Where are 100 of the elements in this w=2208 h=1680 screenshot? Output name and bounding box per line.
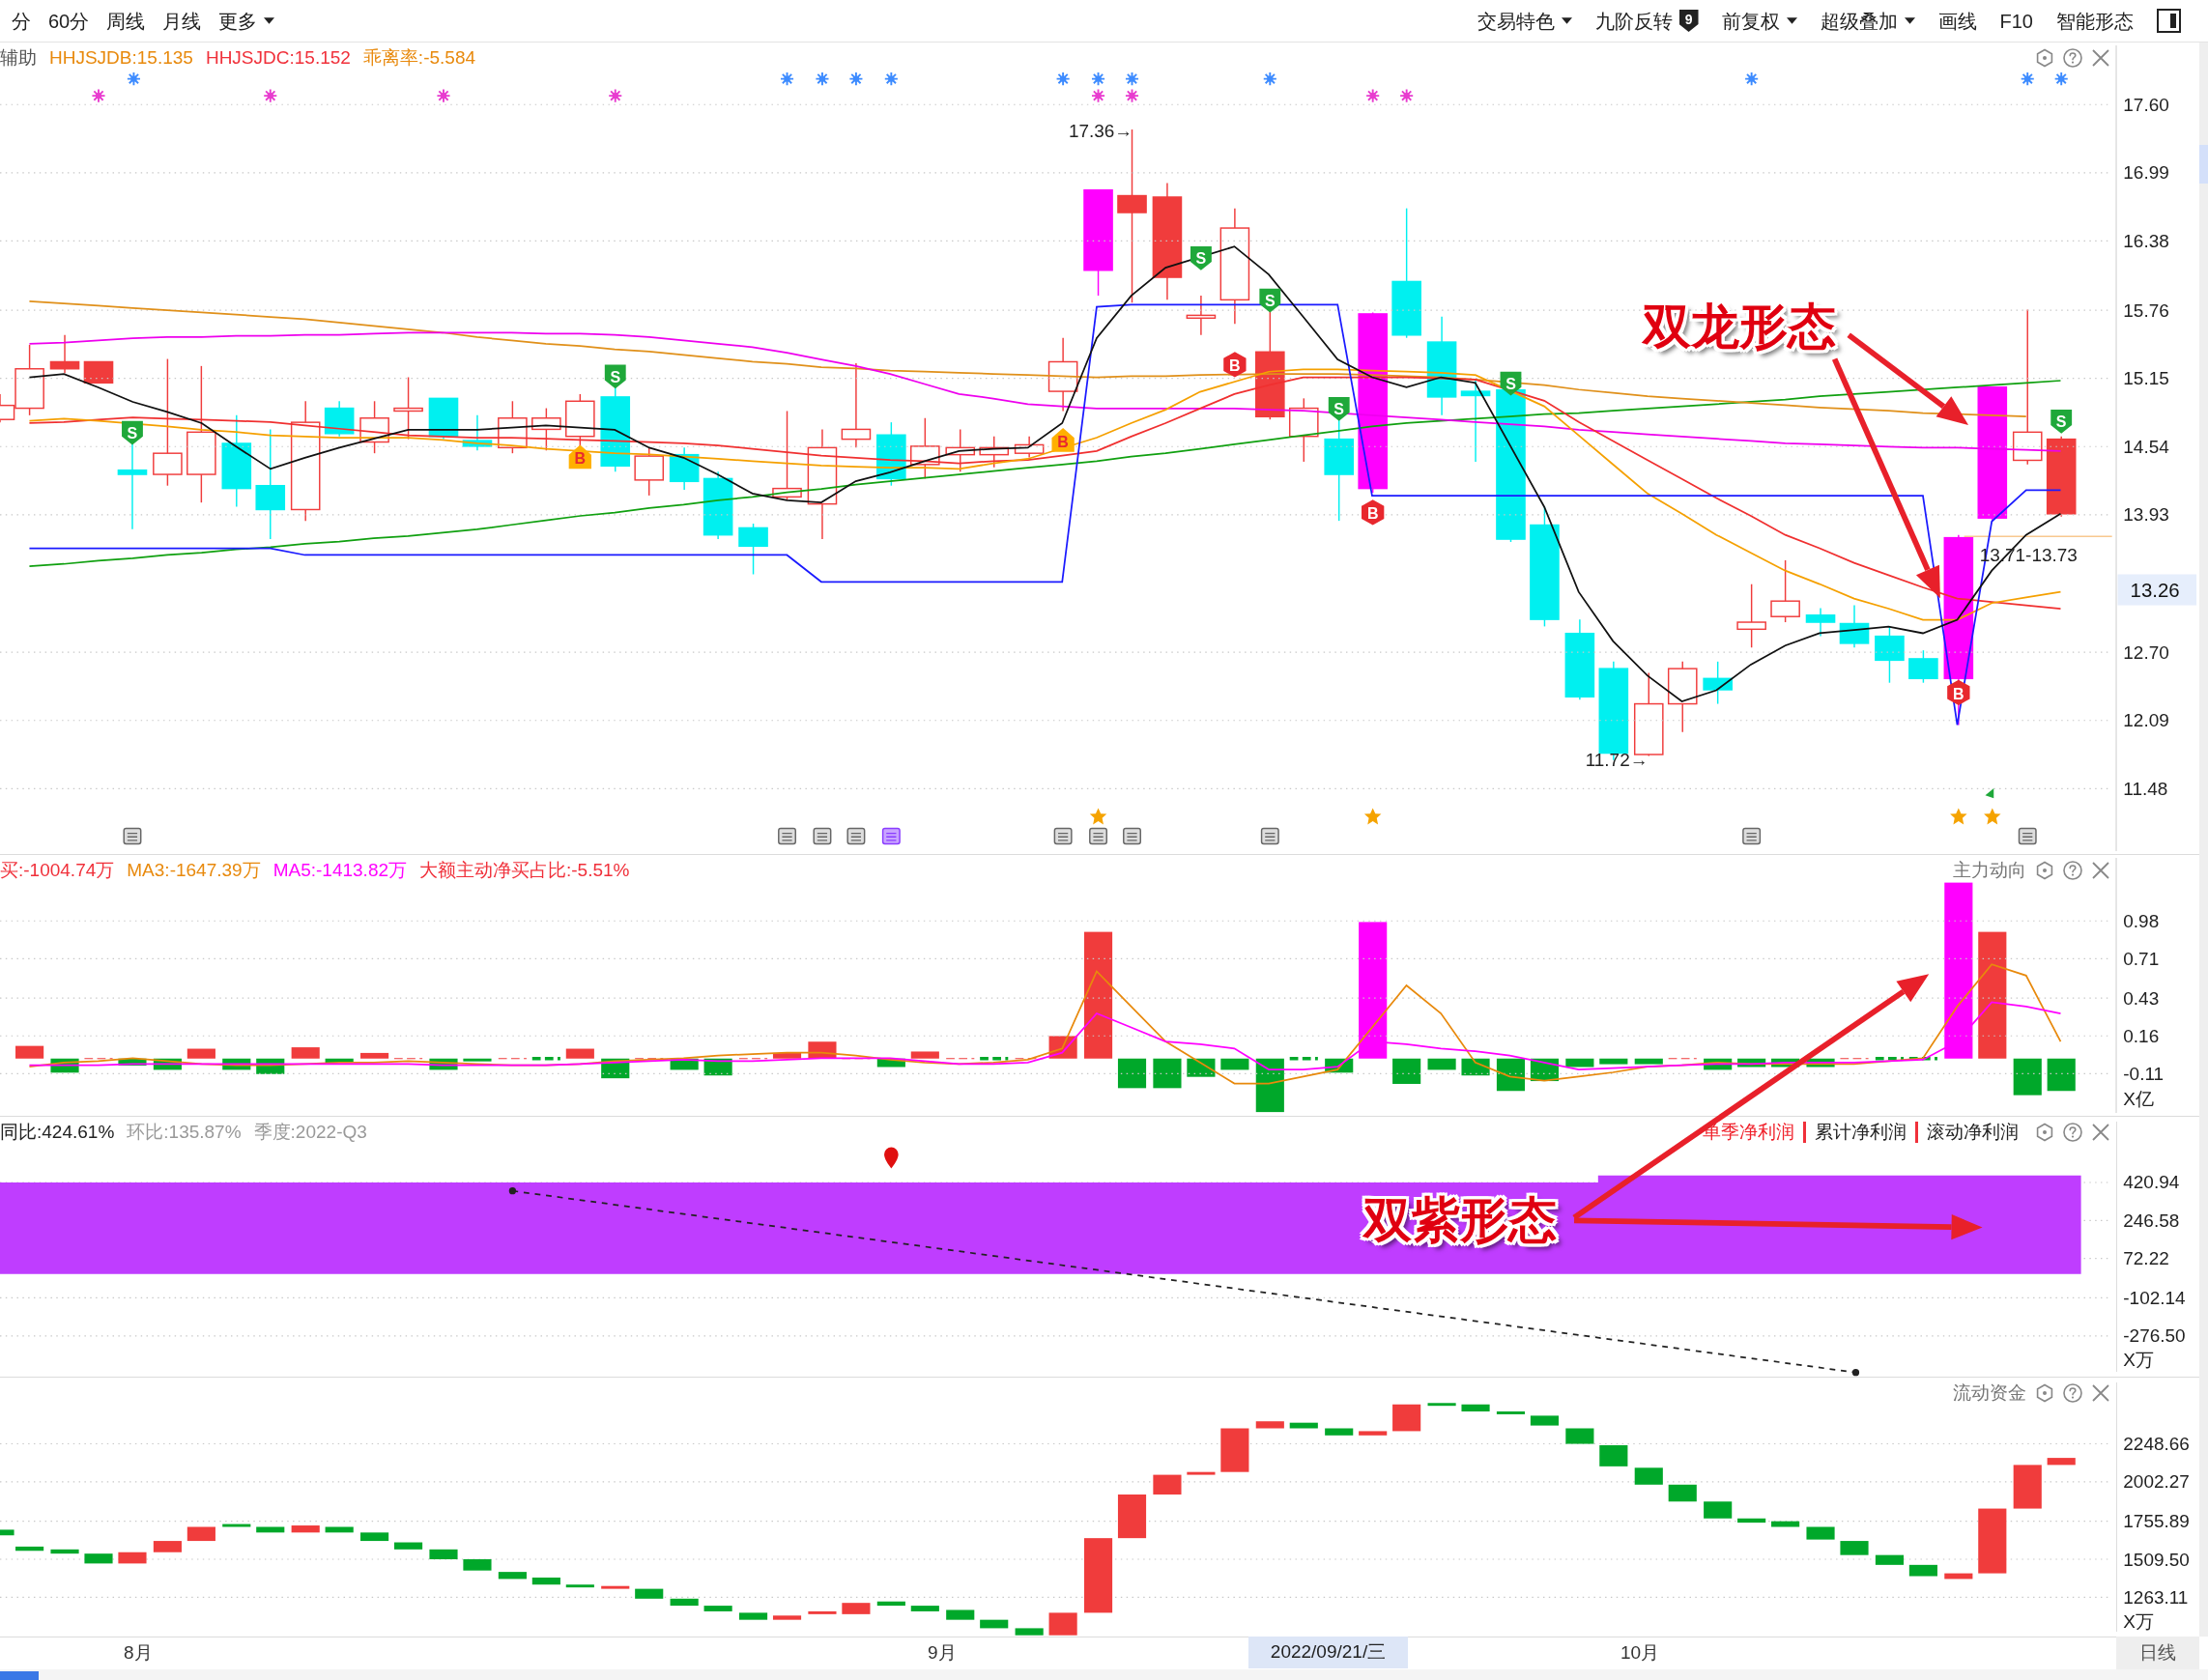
count-badge: 9 [1678,10,1699,32]
document-icon [778,827,796,845]
close-icon[interactable] [2091,1383,2110,1403]
legend-item: 环比:135.87% [127,1121,242,1144]
axis-unit: X万 [2123,1350,2154,1371]
document-icon [1053,827,1073,845]
settings-icon[interactable] [2035,48,2054,68]
axis-label: -276.50 [2123,1325,2186,1347]
document-icon [881,827,901,845]
spark-icon [1262,71,1277,87]
toolbar-button[interactable]: F10 [1999,7,2033,35]
toolbar-button[interactable]: 60分 [48,7,90,35]
axis-label: 2248.66 [2123,1434,2190,1455]
spark-icon [883,71,899,87]
axis-unit: X万 [2123,1610,2154,1632]
period-label: 日线 [2116,1637,2199,1669]
toolbar-button[interactable]: 超级叠加 [1820,7,1915,35]
help-icon[interactable] [2063,48,2082,68]
legend-item: 辅助 [0,46,37,70]
toolbar-button[interactable]: 分 [12,7,31,35]
axis-label: 2002.27 [2123,1471,2190,1493]
panel-toggle-icon[interactable] [2157,9,2181,33]
caret-icon [1786,17,1797,24]
price-label: 17.36→ [1068,121,1133,141]
toolbar-button[interactable]: 九阶反转 9 [1594,7,1699,35]
spark-icon [815,71,830,87]
pin-icon [884,1147,899,1169]
toolbar-button[interactable]: 智能形态 [2056,7,2134,35]
axis-label: 420.94 [2123,1172,2180,1193]
legend-item: 大额主动净买占比:-5.51% [419,859,630,882]
axis-label: 16.38 [2123,230,2169,251]
cursor-date-label: 2022/09/21/三 [1248,1637,1408,1668]
price-label: 11.72→ [1585,750,1649,771]
spark-icon [91,88,106,103]
axis-label: -102.14 [2123,1287,2186,1308]
spark-icon [2053,71,2069,87]
profit-tab[interactable]: 累计净利润 [1815,1121,1907,1144]
legend-item: HHJSJDC:15.152 [205,46,351,70]
current-price-label: 13.26 [2117,574,2197,606]
caret-icon [1904,17,1915,24]
spark-icon [1091,71,1106,87]
toolbar-button[interactable]: 前复权 [1721,7,1797,35]
toolbar-button[interactable]: 周线 [106,7,146,35]
help-icon[interactable] [2063,1123,2082,1142]
axis-label: 11.48 [2123,778,2168,799]
document-icon [1123,827,1141,845]
star-icon [1950,808,1967,825]
toolbar-button[interactable]: 更多 [218,7,275,35]
axis-label: 0.71 [2123,948,2160,969]
profit-tab[interactable]: 滚动净利润 [1927,1121,2019,1144]
axis-label: 1755.89 [2123,1511,2190,1532]
toolbar-button[interactable]: 画线 [1937,7,1977,35]
legend-item: 季度:2022-Q3 [253,1121,367,1144]
spark-icon [1125,71,1139,87]
spark-icon [780,71,795,87]
spark-icon [1091,88,1106,103]
axis-label: 15.76 [2123,299,2169,321]
axis-label: 12.70 [2123,641,2169,663]
close-icon[interactable] [2091,1123,2110,1142]
star-icon [1984,808,2001,825]
document-icon [846,827,866,845]
scrollbar[interactable] [2199,43,2208,1637]
spark-icon [1399,88,1415,103]
document-icon [123,827,142,845]
axis-label: 16.99 [2123,162,2169,184]
toolbar-button[interactable]: 月线 [162,7,202,35]
axis-label: -0.11 [2123,1063,2165,1084]
settings-icon[interactable] [2035,1383,2054,1403]
toolbar-button[interactable]: 交易特色 [1477,7,1572,35]
axis-label: 1263.11 [2123,1586,2189,1608]
spark-icon [1055,71,1071,87]
spark-icon [1125,88,1139,103]
spark-icon [263,88,278,103]
axis-label: 12.09 [2123,710,2169,731]
axis-label: 15.15 [2123,368,2169,389]
document-icon [813,827,832,845]
spark-icon [1365,88,1381,103]
spark-icon [436,88,451,103]
legend-item: 乖离率:-5.584 [362,46,475,70]
axis-label: 72.22 [2123,1248,2169,1269]
axis-label: 10月 [1620,1642,1660,1664]
settings-icon[interactable] [2035,1123,2054,1142]
pattern-label: 双紫形态 [1363,1196,1557,1244]
document-icon [1260,827,1279,845]
settings-icon[interactable] [2035,861,2054,880]
legend-item: 买:-1004.74万 [0,859,115,882]
close-icon[interactable] [2091,48,2110,68]
star-icon [1089,808,1107,825]
caret-icon [264,17,275,24]
panel-title: 主力动向 [1953,859,2026,882]
help-icon[interactable] [2063,1383,2082,1403]
spark-icon [848,71,864,87]
panel-title: 流动资金 [1953,1381,2026,1405]
legend-item: MA3:-1647.39万 [127,859,261,882]
close-icon[interactable] [2091,861,2110,880]
help-icon[interactable] [2063,861,2082,880]
axis-label: 8月 [124,1642,153,1664]
axis-label: 0.43 [2123,987,2160,1009]
axis-label: 17.60 [2123,94,2169,115]
axis-label: 13.93 [2123,504,2169,526]
